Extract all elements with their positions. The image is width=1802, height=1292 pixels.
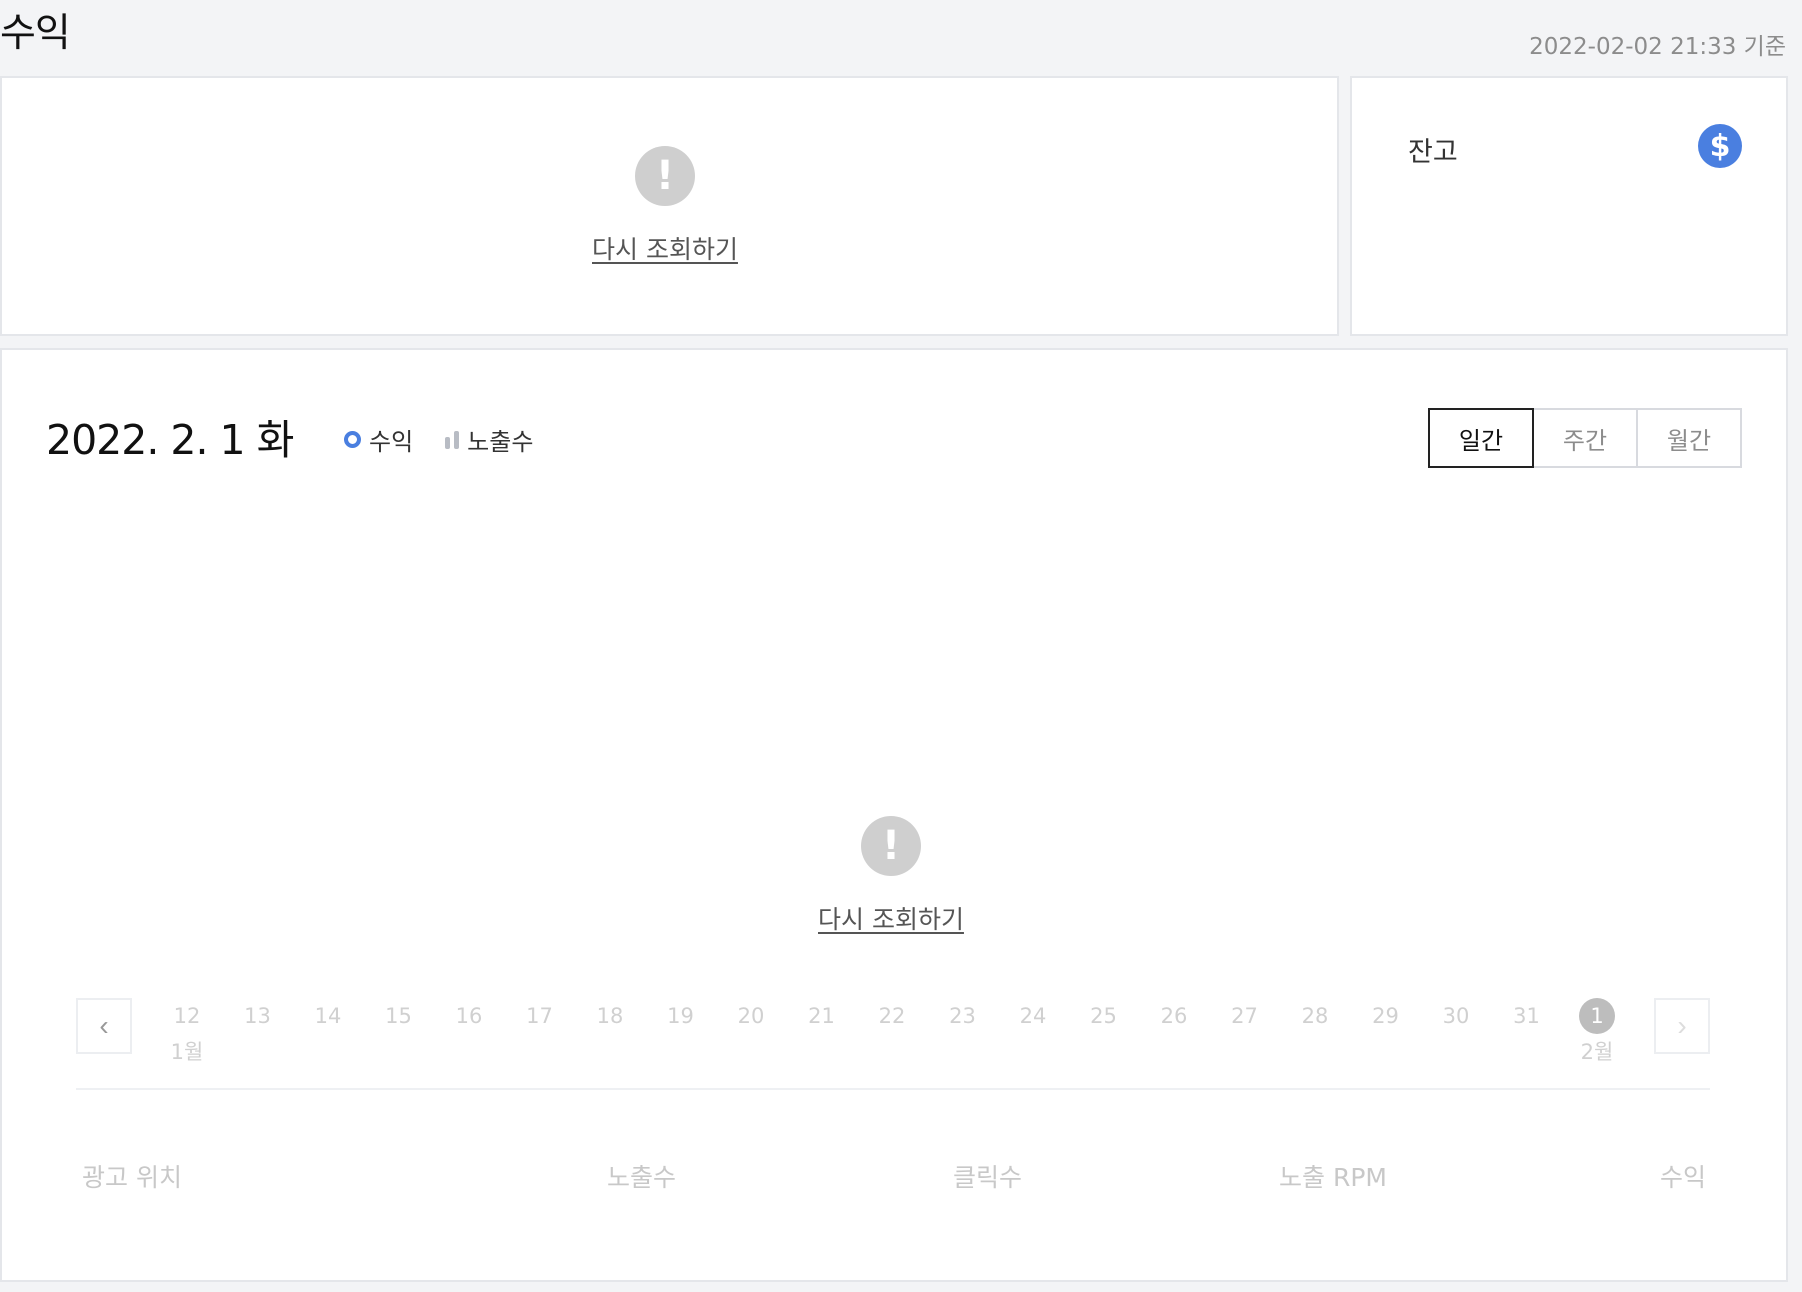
chart-error-state: ! 다시 조회하기 xyxy=(818,816,964,936)
chart-date: 2022. 2. 1 화 xyxy=(46,416,294,464)
day-item[interactable]: 28 xyxy=(1280,998,1350,1034)
column-header-revenue: 수익 xyxy=(1660,1163,1707,1192)
date-navigator: ‹ 12 1월 13 14 15 16 17 18 19 20 21 22 23 24 25 26 27 28 29… xyxy=(76,998,1710,1118)
day-number: 29 xyxy=(1372,1004,1399,1028)
day-number: 24 xyxy=(1019,1004,1047,1028)
day-item[interactable]: 31 xyxy=(1492,998,1562,1034)
day-number: 17 xyxy=(526,1004,553,1028)
ring-icon xyxy=(344,431,361,448)
day-item[interactable]: 24 xyxy=(998,998,1068,1034)
chart-card: 2022. 2. 1 화 수익 노출수 일간 주간 월간 ! 다시 조회하기 ‹ xyxy=(0,348,1788,1282)
day-item[interactable]: 23 xyxy=(928,998,998,1034)
day-number: 13 xyxy=(244,1004,271,1028)
day-number: 27 xyxy=(1231,1004,1258,1028)
tab-monthly[interactable]: 월간 xyxy=(1636,408,1742,468)
period-tabs: 일간 주간 월간 xyxy=(1428,408,1742,468)
tab-weekly[interactable]: 주간 xyxy=(1532,408,1638,468)
day-number: 16 xyxy=(455,1004,483,1028)
balance-label: 잔고 xyxy=(1408,137,1458,168)
day-item[interactable]: 14 xyxy=(293,998,363,1034)
day-item[interactable]: 25 xyxy=(1069,998,1139,1034)
day-item[interactable]: 16 xyxy=(434,998,504,1034)
legend-label-impressions: 노출수 xyxy=(467,428,534,456)
summary-error-state: ! 다시 조회하기 xyxy=(592,146,738,266)
summary-card: ! 다시 조회하기 xyxy=(0,76,1339,336)
day-number: 25 xyxy=(1090,1004,1117,1028)
day-number: 22 xyxy=(878,1004,906,1028)
day-item[interactable]: 20 xyxy=(716,998,786,1034)
column-header-ad-position: 광고 위치 xyxy=(82,1163,182,1192)
day-item[interactable]: 27 xyxy=(1210,998,1280,1034)
day-item[interactable]: 15 xyxy=(364,998,434,1034)
day-number: 14 xyxy=(314,1004,342,1028)
day-number: 18 xyxy=(596,1004,624,1028)
day-item[interactable]: 30 xyxy=(1421,998,1491,1034)
day-month-label: 1월 xyxy=(170,1040,204,1064)
chevron-right-icon[interactable]: › xyxy=(1654,998,1710,1054)
tab-daily[interactable]: 일간 xyxy=(1428,408,1534,468)
column-header-impressions: 노출수 xyxy=(607,1163,677,1192)
day-item[interactable]: 18 xyxy=(575,998,645,1034)
day-item[interactable]: 12 1월 xyxy=(152,998,222,1066)
data-timestamp: 2022-02-02 21:33 기준 xyxy=(1529,34,1786,60)
day-item[interactable]: 19 xyxy=(646,998,716,1034)
day-number: 15 xyxy=(385,1004,412,1028)
day-number: 1 xyxy=(1579,998,1615,1034)
chevron-left-icon[interactable]: ‹ xyxy=(76,998,132,1054)
balance-card: 잔고 $ xyxy=(1350,76,1788,336)
day-item[interactable]: 22 xyxy=(857,998,927,1034)
day-number: 23 xyxy=(949,1004,976,1028)
column-header-clicks: 클릭수 xyxy=(953,1163,1023,1192)
day-number: 28 xyxy=(1301,1004,1329,1028)
exclamation-icon: ! xyxy=(860,816,921,876)
day-number: 12 xyxy=(173,1004,201,1028)
day-item[interactable]: 1 2월 xyxy=(1562,998,1632,1066)
column-header-rpm: 노출 RPM xyxy=(1279,1163,1387,1192)
legend-item-impressions: 노출수 xyxy=(445,422,533,457)
day-number: 19 xyxy=(667,1004,694,1028)
day-item[interactable]: 26 xyxy=(1139,998,1209,1034)
exclamation-icon: ! xyxy=(634,146,695,206)
revenue-page: 수익 2022-02-02 21:33 기준 ! 다시 조회하기 잔고 $ 20… xyxy=(0,0,1802,1292)
legend-label-revenue: 수익 xyxy=(369,428,414,456)
table-header: 광고 위치 노출수 클릭수 노출 RPM 수익 xyxy=(82,1158,1710,1198)
dollar-icon: $ xyxy=(1698,124,1742,168)
summary-retry-link[interactable]: 다시 조회하기 xyxy=(592,230,738,266)
day-list: 12 1월 13 14 15 16 17 18 19 20 21 22 23 24 25 26 27 28 29 30… xyxy=(152,998,1615,1078)
day-item[interactable]: 17 xyxy=(505,998,575,1034)
chart-retry-link[interactable]: 다시 조회하기 xyxy=(818,900,964,936)
day-item[interactable]: 29 xyxy=(1351,998,1421,1034)
page-title: 수익 xyxy=(0,11,71,56)
day-number: 21 xyxy=(808,1004,835,1028)
day-item[interactable]: 13 xyxy=(223,998,293,1034)
chart-legend: 수익 노출수 xyxy=(344,422,533,457)
day-item[interactable]: 21 xyxy=(787,998,857,1034)
day-number: 26 xyxy=(1160,1004,1188,1028)
day-number: 30 xyxy=(1442,1004,1470,1028)
day-number: 20 xyxy=(737,1004,765,1028)
day-month-label: 2월 xyxy=(1580,1040,1614,1064)
legend-item-revenue: 수익 xyxy=(344,422,413,457)
bars-icon xyxy=(445,430,460,449)
divider xyxy=(76,1088,1710,1090)
day-number: 31 xyxy=(1513,1004,1540,1028)
